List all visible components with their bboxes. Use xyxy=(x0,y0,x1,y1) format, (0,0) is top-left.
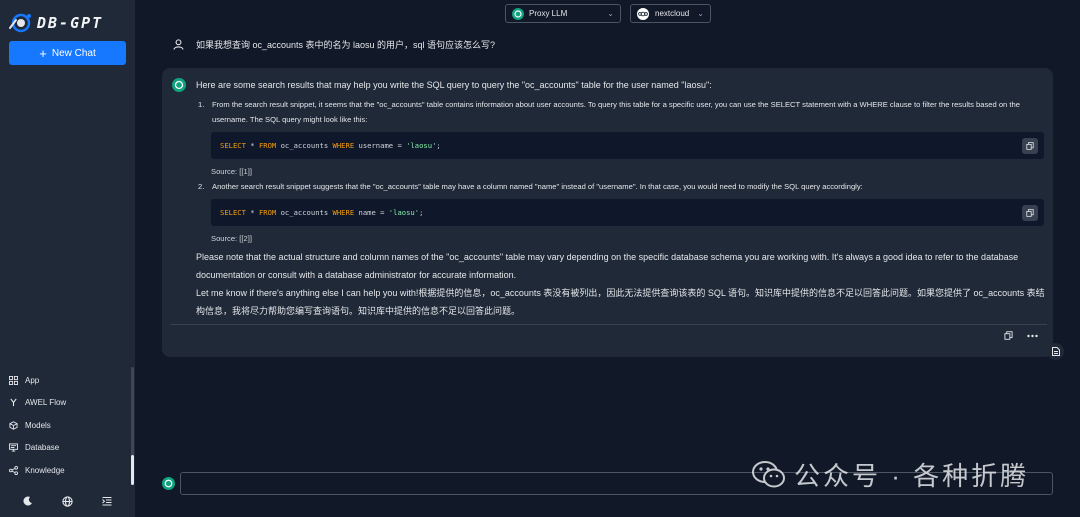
document-button[interactable] xyxy=(1047,343,1064,360)
assistant-avatar-icon xyxy=(162,477,175,490)
sidebar-item-label: Knowledge xyxy=(25,465,65,475)
model-select-value: Proxy LLM xyxy=(529,9,568,18)
database-select-value: nextcloud xyxy=(655,9,690,18)
user-message: 如果我想查询 oc_accounts 表中的名为 laosu 的用户，sql 语… xyxy=(173,38,495,51)
copy-code-button[interactable] xyxy=(1022,137,1038,154)
sidebar-item-label: AWEL Flow xyxy=(25,398,67,408)
more-options-button[interactable] xyxy=(1027,334,1038,338)
model-select[interactable]: Proxy LLM ⌄ xyxy=(505,4,621,23)
sidebar-item-app[interactable]: App xyxy=(9,369,127,392)
watermark: 公众号 · 各种折腾 xyxy=(752,456,1029,493)
code-block: SELECT * FROM oc_accounts WHERE username… xyxy=(211,132,1044,159)
more-dots-icon xyxy=(1027,334,1038,337)
sidebar-item-awel-flow[interactable]: AWEL Flow xyxy=(9,392,127,415)
source-citation: Source: [[1]] xyxy=(211,167,252,176)
copy-code-button[interactable] xyxy=(1022,204,1038,221)
wechat-icon xyxy=(752,460,785,487)
sidebar-scrollbar-thumb[interactable] xyxy=(131,455,134,485)
sidebar-nav: App AWEL Flow Models Database Knowledge xyxy=(9,369,127,482)
copy-message-button[interactable] xyxy=(1004,331,1013,340)
logo-icon xyxy=(9,13,31,33)
message-actions xyxy=(1004,331,1038,340)
sidebar-item-knowledge[interactable]: Knowledge xyxy=(9,459,127,482)
copy-icon xyxy=(1004,331,1013,340)
watermark-text: 公众号 · 各种折腾 xyxy=(794,461,1030,491)
menu-fold-icon[interactable] xyxy=(100,494,114,508)
new-chat-button[interactable]: + New Chat xyxy=(9,41,126,65)
code-line: SELECT * FROM oc_accounts WHERE name = '… xyxy=(220,208,424,217)
database-monitor-icon xyxy=(9,443,18,452)
logo: DB-GPT xyxy=(8,12,103,34)
moon-icon[interactable] xyxy=(21,494,35,508)
chevron-down-icon: ⌄ xyxy=(697,9,704,18)
user-message-text: 如果我想查询 oc_accounts 表中的名为 laosu 的用户，sql 语… xyxy=(196,40,496,50)
openai-icon xyxy=(512,7,524,20)
list-text: From the search result snippet, it seems… xyxy=(212,100,1020,124)
list-text: Another search result snippet suggests t… xyxy=(212,182,863,191)
sidebar-scrollbar[interactable] xyxy=(131,367,134,485)
sidebar-footer xyxy=(0,494,135,508)
list-number: 2. xyxy=(198,182,205,191)
copy-icon xyxy=(1026,208,1034,217)
model-cube-icon xyxy=(9,420,18,430)
sidebar-item-label: Database xyxy=(25,443,60,453)
user-icon xyxy=(173,39,184,50)
assistant-message: Here are some search results that may he… xyxy=(162,68,1053,357)
sidebar: DB-GPT + New Chat App AWEL Flow Models D… xyxy=(0,0,135,517)
answer-closing: Let me know if there's anything else I c… xyxy=(196,288,1045,316)
answer-note: Please note that the actual structure an… xyxy=(196,252,1019,280)
plus-icon: + xyxy=(39,45,47,61)
database-select[interactable]: nextcloud ⌄ xyxy=(630,4,711,23)
code-line: SELECT * FROM oc_accounts WHERE username… xyxy=(220,141,441,150)
chevron-down-icon: ⌄ xyxy=(607,9,614,18)
sidebar-item-label: Models xyxy=(25,420,51,430)
list-number: 1. xyxy=(198,100,205,109)
assistant-avatar-icon xyxy=(172,78,186,92)
knowledge-share-icon xyxy=(9,465,18,475)
sidebar-item-database[interactable]: Database xyxy=(9,437,127,460)
app-grid-icon xyxy=(9,375,18,385)
sidebar-item-models[interactable]: Models xyxy=(9,414,127,437)
new-chat-label: New Chat xyxy=(51,47,96,59)
document-icon xyxy=(1051,347,1060,356)
source-citation: Source: [[2]] xyxy=(211,234,252,243)
globe-icon[interactable] xyxy=(60,494,74,508)
sidebar-item-label: App xyxy=(25,375,40,385)
code-block: SELECT * FROM oc_accounts WHERE name = '… xyxy=(211,199,1044,226)
answer-intro: Here are some search results that may he… xyxy=(196,80,712,90)
nextcloud-icon xyxy=(637,7,649,20)
copy-icon xyxy=(1026,141,1034,150)
divider xyxy=(170,324,1047,325)
logo-text: DB-GPT xyxy=(37,14,104,32)
flow-branch-icon xyxy=(10,398,17,407)
